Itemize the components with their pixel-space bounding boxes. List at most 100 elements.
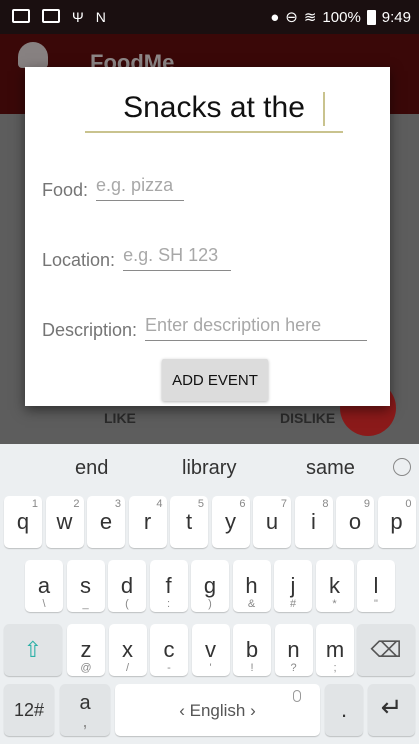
food-input[interactable] bbox=[96, 175, 185, 201]
emoji-icon[interactable] bbox=[393, 458, 411, 476]
enter-key[interactable]: ↵ bbox=[368, 684, 415, 736]
location-label: Location: bbox=[42, 250, 116, 270]
keyboard-notification-icon bbox=[12, 9, 30, 23]
key-letter: a bbox=[37, 573, 51, 598]
key-z[interactable]: z @ bbox=[67, 624, 105, 676]
space-key[interactable]: ‹ English › bbox=[115, 684, 320, 736]
location-input[interactable] bbox=[123, 245, 232, 271]
key-letter: l bbox=[373, 573, 379, 598]
key-letter: f bbox=[165, 573, 172, 598]
backspace-key[interactable]: ⌫ bbox=[357, 624, 415, 676]
soft-keyboard: end library same q 1 w 2 e 3 r 4 t 5 y 6 u 7 i 8 o 9 p 0 a \ s… bbox=[0, 444, 419, 744]
key-l[interactable]: l " bbox=[357, 560, 395, 612]
key-symbol: * bbox=[332, 598, 337, 610]
code-notification-icon bbox=[42, 9, 60, 23]
key-s[interactable]: s _ bbox=[66, 560, 105, 612]
key-a[interactable]: a \ bbox=[25, 560, 63, 612]
key-letter: x bbox=[122, 637, 133, 662]
battery-icon bbox=[366, 9, 376, 25]
key-j[interactable]: j # bbox=[274, 560, 312, 612]
key-letter: n bbox=[287, 637, 300, 662]
location-row: Location: bbox=[42, 245, 232, 271]
key-hint: 5 bbox=[197, 498, 204, 510]
key-symbol: \ bbox=[42, 598, 46, 610]
key-letter: s bbox=[80, 573, 91, 598]
comma-key[interactable]: a , bbox=[60, 684, 110, 736]
key-symbol: ' bbox=[209, 662, 212, 674]
key-letter: t bbox=[185, 509, 193, 534]
key-hint: 4 bbox=[156, 498, 163, 510]
key-m[interactable]: m; bbox=[316, 624, 354, 676]
period-key[interactable]: . bbox=[325, 684, 363, 736]
key-w[interactable]: w2 bbox=[45, 496, 84, 548]
key-hint: 9 bbox=[363, 498, 370, 510]
event-title-input[interactable] bbox=[85, 85, 343, 133]
key-letter: g bbox=[203, 573, 217, 598]
key-letter: u bbox=[265, 509, 279, 534]
key-u[interactable]: u7 bbox=[253, 496, 291, 548]
key-d[interactable]: d( bbox=[108, 560, 146, 612]
key-t[interactable]: t5 bbox=[170, 496, 208, 548]
key-y[interactable]: y6 bbox=[211, 496, 250, 548]
description-input[interactable] bbox=[145, 315, 368, 341]
suggestion-strip: end library same bbox=[0, 444, 419, 492]
suggestion-item[interactable]: same bbox=[306, 457, 355, 480]
key-q[interactable]: q1 bbox=[4, 496, 42, 548]
wifi-signal-icon: ≋ bbox=[303, 9, 317, 26]
key-letter: i bbox=[311, 509, 316, 534]
text-cursor bbox=[323, 92, 325, 126]
dislike-button[interactable]: DISLIKE bbox=[280, 410, 335, 426]
clock: 9:49 bbox=[381, 8, 411, 26]
key-letter: m bbox=[325, 637, 345, 662]
add-event-dialog: Food: Location: Description: ADD EVENT bbox=[25, 67, 390, 406]
key-h[interactable]: h & bbox=[232, 560, 271, 612]
key-letter: o bbox=[348, 509, 362, 534]
key-p[interactable]: p0 bbox=[377, 496, 416, 548]
key-letter: y bbox=[225, 509, 236, 534]
description-label: Description: bbox=[42, 320, 138, 340]
key-f[interactable]: f: bbox=[149, 560, 188, 612]
key-n[interactable]: n? bbox=[274, 624, 313, 676]
key-letter: b bbox=[245, 637, 259, 662]
key-hint: 3 bbox=[114, 498, 121, 510]
key-symbol: - bbox=[167, 662, 171, 674]
key-letter: j bbox=[290, 573, 296, 598]
suggestion-item[interactable]: library bbox=[182, 457, 236, 480]
key-letter: c bbox=[163, 637, 175, 662]
key-c[interactable]: c- bbox=[150, 624, 188, 676]
key-e[interactable]: e3 bbox=[87, 496, 125, 548]
key-v[interactable]: v ' bbox=[191, 624, 230, 676]
key-k[interactable]: k * bbox=[315, 560, 354, 612]
key-letter: w bbox=[56, 509, 73, 534]
key-hint: 7 bbox=[280, 498, 287, 510]
key-o[interactable]: o9 bbox=[336, 496, 374, 548]
key-symbol: ( bbox=[125, 598, 129, 610]
key-g[interactable]: g) bbox=[191, 560, 229, 612]
like-button[interactable]: LIKE bbox=[104, 410, 136, 426]
key-hint: 2 bbox=[73, 498, 80, 510]
key-symbol: @ bbox=[80, 662, 92, 674]
shift-key[interactable]: ⇧ bbox=[4, 624, 62, 676]
symbols-key[interactable]: 12# bbox=[4, 684, 54, 736]
backspace-icon: ⌫ bbox=[370, 637, 402, 662]
description-row: Description: bbox=[42, 315, 368, 341]
shift-icon: ⇧ bbox=[23, 637, 43, 662]
key-symbol: " bbox=[374, 598, 378, 610]
key-letter: k bbox=[329, 573, 340, 598]
key-b[interactable]: b! bbox=[233, 624, 271, 676]
usb-icon: Ψ bbox=[72, 9, 84, 25]
key-letter: z bbox=[80, 637, 92, 662]
key-symbol: _ bbox=[82, 598, 89, 610]
key-symbol: ) bbox=[208, 598, 212, 610]
key-hint: 8 bbox=[322, 498, 329, 510]
key-letter: e bbox=[99, 509, 113, 534]
key-symbol: / bbox=[125, 662, 130, 674]
enter-icon: ↵ bbox=[380, 692, 403, 722]
food-row: Food: bbox=[42, 175, 185, 201]
add-event-button[interactable]: ADD EVENT bbox=[162, 359, 268, 401]
key-r[interactable]: r4 bbox=[128, 496, 167, 548]
key-x[interactable]: x / bbox=[108, 624, 147, 676]
suggestion-item[interactable]: end bbox=[75, 457, 108, 480]
key-letter: d bbox=[120, 573, 134, 598]
key-i[interactable]: i8 bbox=[294, 496, 333, 548]
